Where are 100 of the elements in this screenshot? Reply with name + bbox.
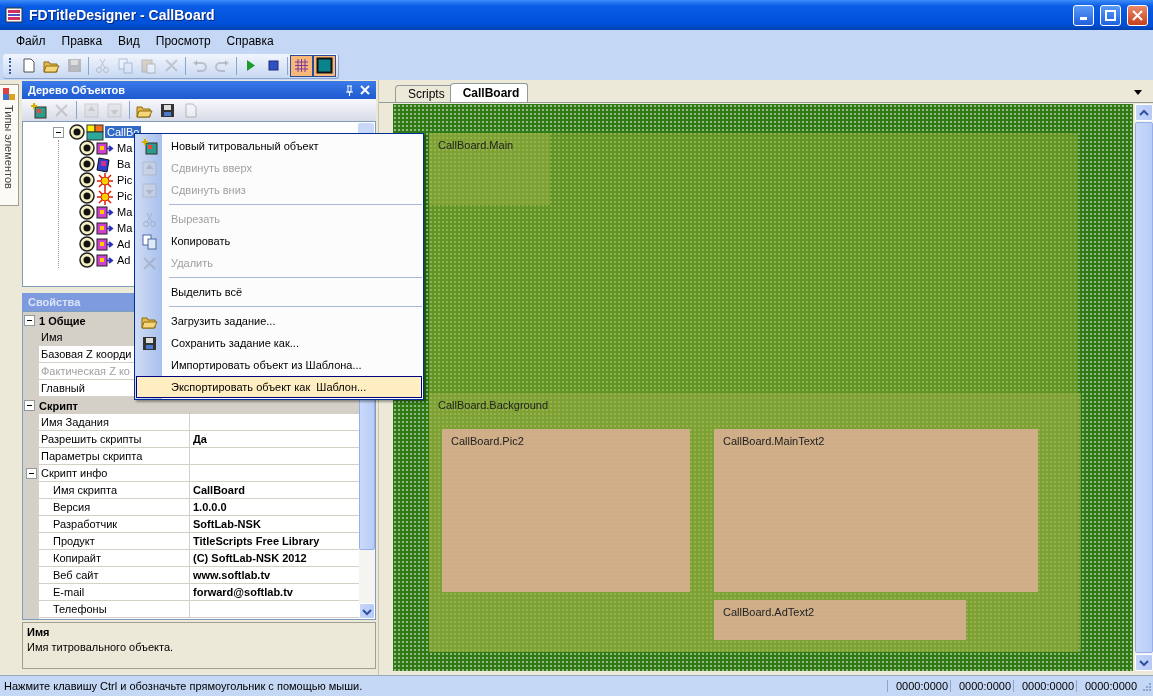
property-value[interactable]: (C) SoftLab-NSK 2012 [193, 552, 307, 564]
property-value[interactable]: 1.0.0.0 [193, 501, 227, 513]
eye-icon[interactable] [79, 140, 95, 156]
tree-item[interactable]: Pic [115, 190, 135, 202]
close-icon[interactable] [360, 85, 370, 95]
eye-icon[interactable] [79, 156, 95, 172]
property-name[interactable]: E-mail [39, 584, 190, 601]
delete-icon [140, 254, 158, 272]
panel-title: Свойства [28, 296, 82, 308]
property-value[interactable]: www.softlab.tv [193, 569, 271, 581]
minimize-button[interactable] [1073, 4, 1094, 26]
maximize-button[interactable] [1100, 4, 1121, 26]
property-name[interactable]: Копирайт [39, 550, 190, 567]
status-panel: 0000:0000 [1013, 680, 1076, 692]
property-name[interactable]: Веб сайт [39, 567, 190, 584]
eye-icon[interactable] [69, 124, 85, 140]
property-name[interactable]: Продукт [39, 533, 190, 550]
sun-icon [96, 171, 114, 189]
sun-icon [96, 187, 114, 205]
document-tab[interactable]: CallBoard [449, 83, 529, 102]
save-icon [66, 57, 83, 74]
frame-icon [316, 57, 333, 74]
menu-item[interactable]: Справка [218, 32, 282, 50]
canvas-object[interactable]: CallBoard.AdText2 [714, 600, 966, 640]
delete-icon [53, 101, 70, 119]
property-value[interactable]: SoftLab-NSK [193, 518, 261, 530]
property-value[interactable]: Да [193, 433, 207, 445]
maximize-icon [1105, 9, 1116, 21]
pin-icon[interactable] [345, 84, 354, 96]
undo-icon [191, 57, 208, 74]
collapse-icon[interactable] [23, 400, 35, 411]
eye-icon[interactable] [79, 252, 95, 268]
tree-item[interactable]: Ba [115, 158, 133, 170]
dropdown-icon[interactable] [1133, 87, 1143, 97]
close-icon [1132, 9, 1143, 21]
arrow-icon [96, 139, 114, 157]
property-name[interactable]: Имя скрипта [39, 482, 190, 499]
property-name[interactable]: Телефоны [39, 601, 190, 618]
copy-icon [117, 57, 134, 74]
design-canvas[interactable]: CallBoard.Main CallBoard.Background CallBoard.Pic2 CallBoard.MainText2 CallBoard.AdText2 [393, 104, 1133, 671]
delete-icon [163, 57, 180, 74]
up-icon [83, 101, 100, 119]
tree-item[interactable]: Ma [115, 222, 135, 234]
close-button[interactable] [1127, 4, 1148, 26]
grid-button[interactable] [290, 54, 313, 77]
scroll-thumb[interactable] [1135, 122, 1153, 653]
frame-button[interactable] [313, 54, 336, 77]
group-icon [86, 123, 104, 141]
status-panel: 0000:0000 [887, 680, 950, 692]
side-tab[interactable]: Типы элементов [0, 84, 19, 206]
menu-item[interactable]: Вид [110, 32, 148, 50]
collapse-icon[interactable] [53, 126, 64, 138]
menu-item[interactable]: Экспортировать объект как Шаблон... [136, 376, 422, 398]
property-value[interactable]: forward@softlab.tv [193, 586, 293, 598]
scroll-down-button[interactable] [1135, 654, 1153, 671]
tree-item[interactable]: Ma [115, 206, 135, 218]
scroll-down-button[interactable] [359, 603, 375, 619]
category-label: Скрипт [39, 399, 78, 412]
eye-icon[interactable] [79, 236, 95, 252]
eye-icon[interactable] [79, 188, 95, 204]
property-name[interactable]: Разрешить скрипты [39, 431, 190, 448]
page-icon [182, 101, 199, 119]
save-icon [159, 101, 176, 119]
property-value[interactable]: CallBoard [193, 484, 245, 496]
property-name[interactable]: Имя Задания [39, 414, 190, 431]
property-name: Скрипт инфо [39, 465, 190, 482]
tree-item[interactable]: Pic [115, 174, 135, 186]
shapes-icon [2, 87, 16, 101]
eye-icon[interactable] [79, 204, 95, 220]
property-name[interactable]: Параметры скрипта [39, 448, 190, 465]
tree-item[interactable]: Ad [115, 254, 133, 266]
arrow-icon [96, 235, 114, 253]
window-title: FDTitleDesigner - CallBoard [29, 7, 216, 23]
eye-icon[interactable] [79, 220, 95, 236]
paste-icon [140, 57, 157, 74]
canvas-object[interactable]: CallBoard.Pic2 [442, 429, 690, 592]
menu-item[interactable]: Файл [8, 32, 54, 50]
collapse-icon[interactable] [25, 468, 37, 479]
tree-item[interactable]: Ma [115, 142, 135, 154]
stop-icon [265, 57, 282, 74]
menu-item[interactable]: Правка [53, 32, 111, 50]
add-icon [140, 137, 158, 155]
status-panel: 0000:0000 [950, 680, 1013, 692]
canvas-object[interactable]: CallBoard.MainText2 [714, 429, 1038, 592]
property-value[interactable]: TitleScripts Free Library [193, 535, 320, 547]
description-text: Имя титровального объекта. [27, 641, 175, 653]
property-name[interactable]: Версия [39, 499, 190, 516]
property-name[interactable]: Разработчик [39, 516, 190, 533]
copy-icon [140, 232, 158, 250]
canvas-object[interactable]: CallBoard.Main [429, 133, 550, 205]
up-icon [140, 159, 158, 177]
app-icon [5, 7, 23, 23]
menu-item[interactable]: Просмотр [147, 32, 219, 50]
tree-item[interactable]: Ad [115, 238, 133, 250]
minimize-icon [1080, 17, 1087, 20]
eye-icon[interactable] [79, 172, 95, 188]
save-icon [140, 334, 158, 352]
scroll-up-button[interactable] [1135, 104, 1153, 121]
add-icon [30, 101, 47, 119]
collapse-icon[interactable] [23, 315, 35, 326]
